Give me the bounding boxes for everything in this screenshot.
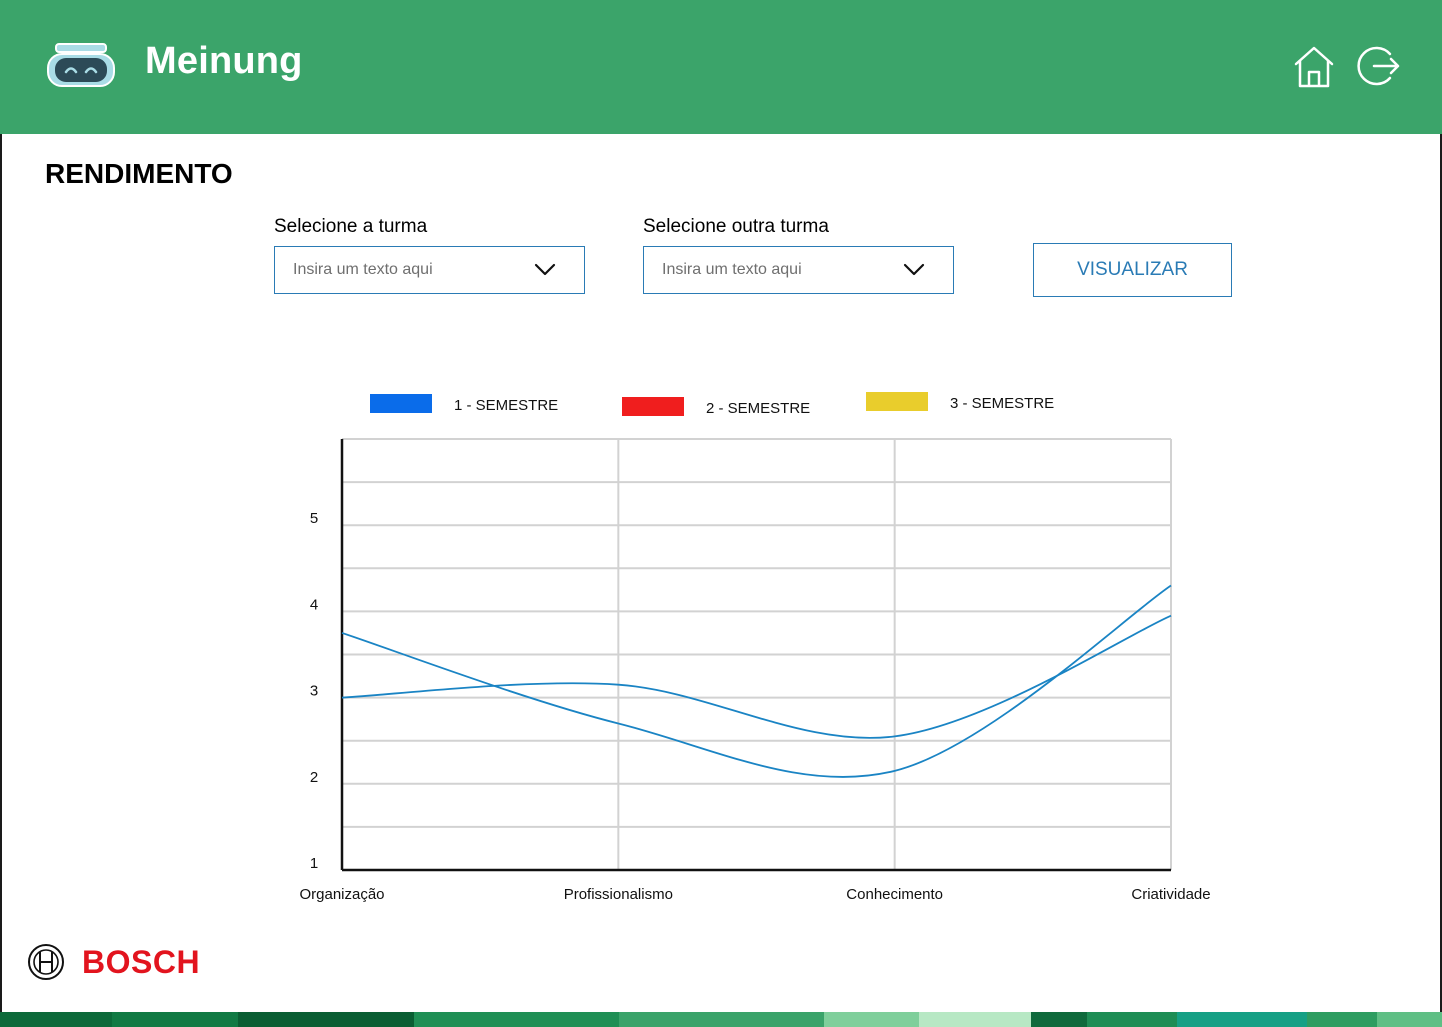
footer-stripe-segment [414, 1012, 619, 1027]
footer-stripe-segment [619, 1012, 824, 1027]
outra-turma-select[interactable]: Insira um texto aqui [643, 246, 954, 294]
footer-stripe-segment [1087, 1012, 1177, 1027]
robot-visor-icon [47, 43, 115, 87]
footer-stripe-segment [919, 1012, 1031, 1027]
legend-swatch [622, 397, 684, 416]
turma-select-label: Selecione a turma [274, 216, 428, 237]
page-title: RENDIMENTO [45, 158, 233, 189]
footer-stripe-segment [1377, 1012, 1442, 1027]
footer-stripe-segment [112, 1012, 238, 1027]
bosch-logo-text: BOSCH [82, 944, 201, 980]
x-tick-label: Criatividade [1131, 886, 1210, 903]
y-tick-label: 4 [310, 596, 318, 613]
performance-line-chart: 1 2 3 4 5 Organização Profissionalismo Conhecim… [299, 392, 1211, 903]
x-tick-label: Organização [299, 886, 384, 903]
bosch-armature-icon [28, 944, 64, 980]
visualizar-button[interactable]: VISUALIZAR [1033, 243, 1232, 297]
y-tick-label: 2 [310, 769, 318, 786]
outra-turma-select-placeholder: Insira um texto aqui [662, 261, 802, 278]
legend-label: 2 - SEMESTRE [706, 400, 810, 417]
legend-swatch [866, 392, 928, 411]
footer-stripe-segment [0, 1012, 112, 1027]
turma-select[interactable]: Insira um texto aqui [274, 246, 585, 294]
logout-icon[interactable] [1354, 42, 1402, 90]
legend-swatch [370, 394, 432, 413]
outra-turma-select-label: Selecione outra turma [643, 216, 829, 237]
footer-stripe-segment [1307, 1012, 1377, 1027]
footer-stripe-segment [824, 1012, 919, 1027]
y-tick-label: 5 [310, 510, 318, 527]
chevron-down-icon [534, 263, 556, 276]
footer-stripe-segment [238, 1012, 414, 1027]
footer-stripe-segment [1031, 1012, 1087, 1027]
app-header: Meinung [0, 0, 1442, 134]
y-tick-label: 1 [310, 855, 318, 872]
footer-stripe [0, 1012, 1442, 1027]
legend-label: 3 - SEMESTRE [950, 395, 1054, 412]
turma-select-placeholder: Insira um texto aqui [293, 261, 433, 278]
app-title: Meinung [145, 40, 303, 82]
y-tick-label: 3 [310, 683, 318, 700]
footer-stripe-segment [1177, 1012, 1307, 1027]
x-tick-label: Profissionalismo [564, 886, 673, 903]
chevron-down-icon [903, 263, 925, 276]
x-tick-label: Conhecimento [846, 886, 943, 903]
home-icon[interactable] [1290, 42, 1338, 90]
legend-label: 1 - SEMESTRE [454, 397, 558, 414]
